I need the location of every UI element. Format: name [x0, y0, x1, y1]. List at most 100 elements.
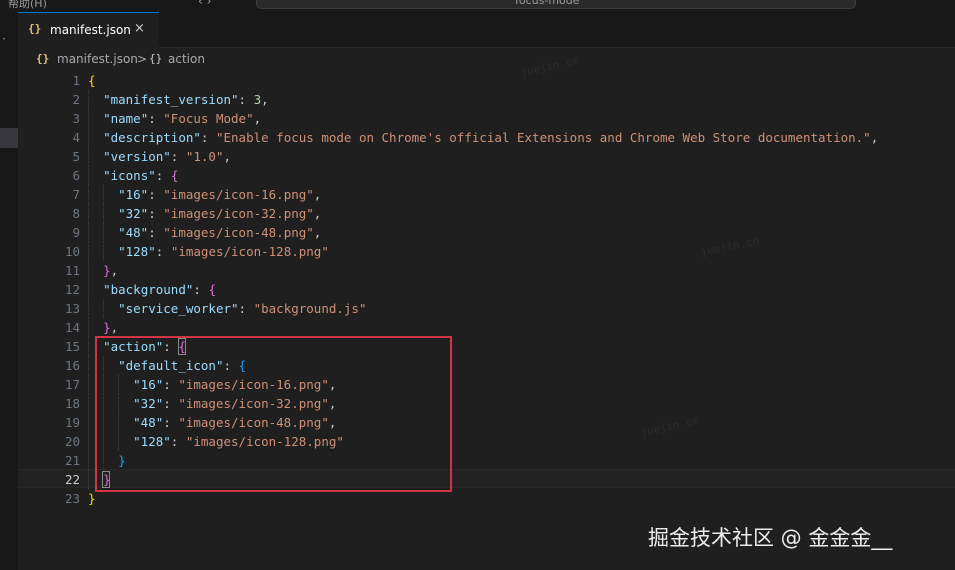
code-token: "service_worker": [118, 301, 239, 316]
code-line: "background": {: [88, 280, 216, 299]
code-line: },: [88, 318, 118, 337]
code-token: "Focus Mode": [163, 111, 254, 126]
command-center-text: focus-mode: [515, 0, 580, 7]
code-line: "manifest_version": 3,: [88, 90, 269, 109]
code-token: "128": [118, 244, 156, 259]
indent-guide: [88, 147, 89, 166]
code-line: "32": "images/icon-32.png",: [88, 394, 336, 413]
indent-guide: [88, 185, 89, 204]
indent-guide: [88, 451, 89, 470]
line-number: 11: [64, 263, 80, 278]
line-number: 20: [64, 434, 80, 449]
code-token: :: [193, 282, 209, 297]
line-number: 16: [64, 358, 80, 373]
close-icon[interactable]: ×: [134, 21, 145, 36]
code-token: "16": [118, 187, 149, 202]
line-number: 3: [72, 111, 80, 126]
code-token: {: [88, 73, 96, 88]
indent-guide: [88, 375, 89, 394]
nav-arrows-icon[interactable]: ‹ ›: [198, 0, 211, 8]
code-token: ,: [328, 377, 337, 392]
code-editor[interactable]: 1{2 "manifest_version": 3, 3 "name": "Foc…: [18, 70, 955, 570]
indent-guide: [103, 299, 105, 318]
indent-guide: [88, 299, 89, 318]
indent-guide: [118, 375, 120, 394]
line-number: 21: [64, 453, 80, 468]
code-token: {: [208, 282, 216, 297]
more-icon[interactable]: ·: [2, 32, 6, 46]
code-token: ,: [261, 92, 269, 107]
code-token: ,: [223, 149, 232, 164]
tab-manifest-json[interactable]: {} manifest.json ×: [18, 12, 159, 48]
indent-guide: [103, 413, 105, 432]
code-token: :: [223, 358, 239, 373]
line-number: 2: [72, 92, 80, 107]
line-number: 1: [72, 73, 80, 88]
tab-label: manifest.json: [50, 23, 131, 37]
code-line: "icons": {: [88, 166, 178, 185]
menu-help[interactable]: 帮助(H): [8, 0, 47, 11]
code-line: }: [88, 451, 126, 470]
code-token: :: [238, 92, 254, 107]
code-line: "48": "images/icon-48.png",: [88, 223, 321, 242]
indent-guide: [103, 242, 105, 261]
code-token: "images/icon-48.png": [178, 415, 329, 430]
code-token: 3: [253, 92, 262, 107]
code-token: "32": [133, 396, 164, 411]
code-token: ,: [313, 187, 322, 202]
code-token: "images/icon-128.png": [170, 244, 329, 259]
json-file-icon: {}: [28, 22, 42, 35]
line-number: 10: [64, 244, 80, 259]
code-line: "128": "images/icon-128.png": [88, 242, 329, 261]
code-token: }: [88, 491, 96, 506]
code-token: :: [170, 434, 186, 449]
code-line: "description": "Enable focus mode on Chr…: [88, 128, 878, 147]
code-token: :: [163, 377, 179, 392]
line-number: 15: [64, 339, 80, 354]
code-token: "icons": [103, 168, 156, 183]
vscode-window: 帮助(H) ‹ › focus-mode · {} manifest.json …: [0, 0, 955, 570]
indent-guide: [88, 356, 89, 375]
line-number: 23: [64, 491, 80, 506]
code-token: {: [170, 168, 179, 183]
code-token: }: [103, 263, 111, 278]
code-line: }: [88, 489, 96, 508]
code-token: :: [148, 187, 164, 202]
code-token: ,: [110, 263, 119, 278]
code-token: :: [155, 168, 171, 183]
json-file-icon: {}: [36, 52, 50, 65]
code-token: "manifest_version": [103, 92, 239, 107]
breadcrumb-symbol[interactable]: action: [168, 52, 205, 66]
breadcrumb-file[interactable]: manifest.json: [57, 52, 138, 66]
line-number: 5: [72, 149, 80, 164]
code-token: "background": [103, 282, 194, 297]
indent-guide: [88, 166, 89, 185]
code-token: :: [148, 111, 164, 126]
code-token: "32": [118, 206, 149, 221]
code-line: "name": "Focus Mode",: [88, 109, 261, 128]
code-token: ,: [110, 320, 119, 335]
code-token: ,: [313, 206, 322, 221]
code-line: "default_icon": {: [88, 356, 246, 375]
indent-guide: [103, 394, 105, 413]
code-line: },: [88, 261, 118, 280]
code-line: "32": "images/icon-32.png",: [88, 204, 321, 223]
indent-guide: [88, 432, 89, 451]
indent-guide: [88, 280, 89, 299]
code-token: ,: [313, 225, 322, 240]
object-symbol-icon: {}: [149, 52, 163, 65]
indent-guide: [103, 356, 105, 375]
code-token: }: [103, 320, 111, 335]
line-number: 8: [72, 206, 80, 221]
indent-guide: [103, 451, 105, 470]
code-token: ,: [328, 415, 337, 430]
code-token: {: [238, 358, 247, 373]
command-center-search[interactable]: focus-mode: [256, 0, 856, 9]
code-token: "version": [103, 149, 171, 164]
indent-guide: [103, 185, 105, 204]
code-line: "service_worker": "background.js": [88, 299, 366, 318]
